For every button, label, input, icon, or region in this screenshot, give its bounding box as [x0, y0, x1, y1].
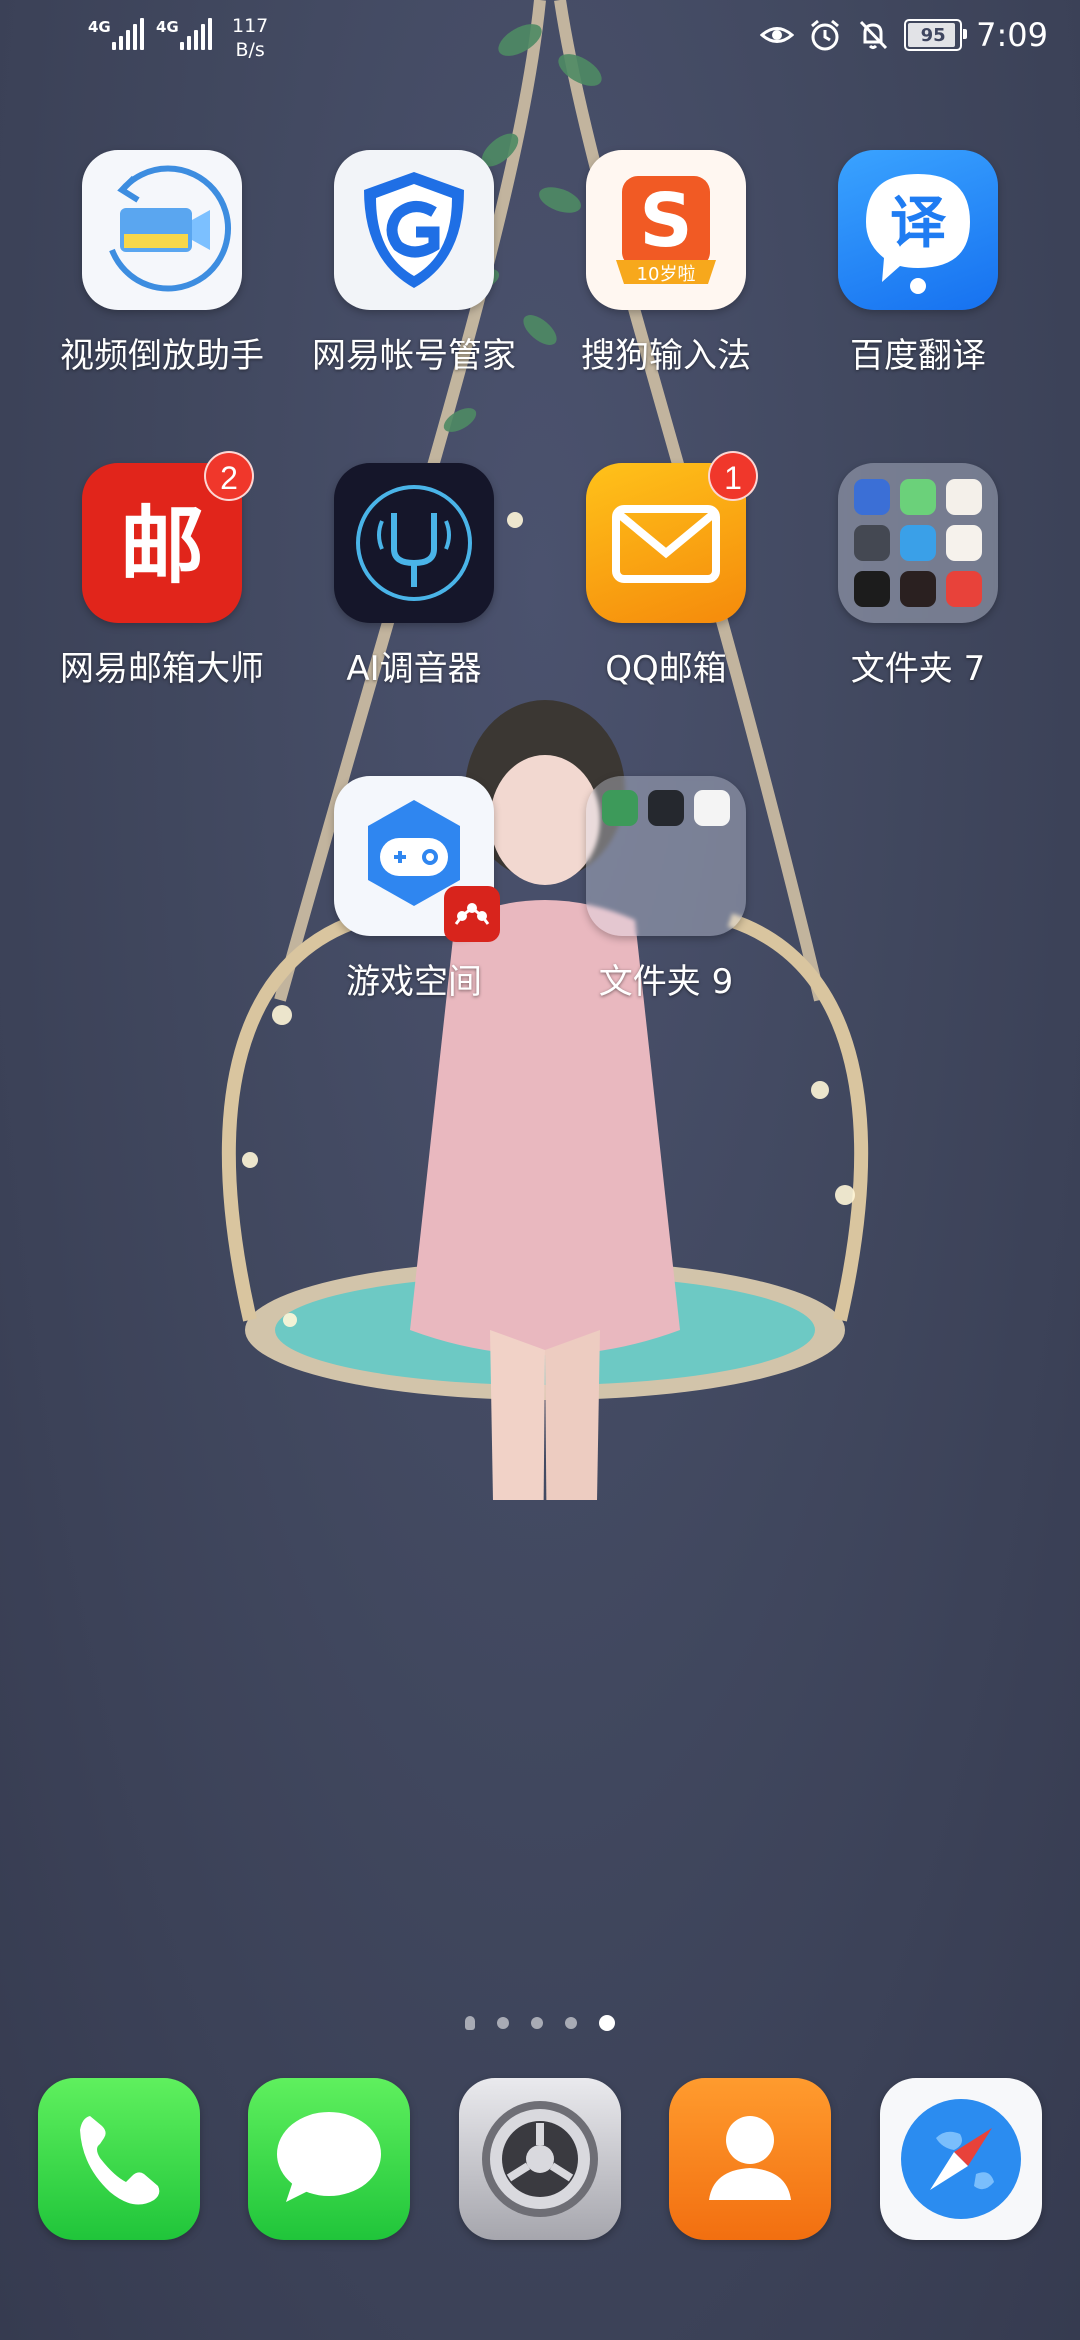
folder-app-icon — [854, 571, 890, 607]
app-label: 文件夹 7 — [850, 649, 986, 689]
translate-glyph: 译 — [890, 191, 947, 256]
status-bar: 4G 4G 117 B/s 95 7:09 — [0, 0, 1080, 80]
message-bubble-icon — [277, 2112, 381, 2202]
eye-comfort-icon — [760, 27, 795, 43]
app-label: 网易邮箱大师 — [60, 649, 264, 689]
app-ai-tuner[interactable]: AI调音器 — [304, 463, 524, 690]
page-dot-home[interactable] — [465, 2016, 475, 2030]
notification-badge: 1 — [708, 451, 758, 501]
app-label: 游戏空间 — [346, 962, 482, 1002]
folder-app-icon — [854, 479, 890, 515]
dock-settings[interactable] — [459, 2078, 621, 2240]
app-baidu-translate[interactable]: 译 百度翻译 — [808, 150, 1028, 377]
network-type-label: 4G — [156, 18, 179, 36]
gamepad-icon — [334, 776, 500, 942]
app-label: 文件夹 9 — [598, 962, 734, 1002]
signal-bars-icon — [112, 18, 144, 50]
folder-app-icon — [946, 479, 982, 515]
network-speed: 117 B/s — [232, 14, 268, 62]
app-label: 网易帐号管家 — [312, 336, 516, 376]
network-type-label: 4G — [88, 18, 111, 36]
battery-icon: 95 — [904, 19, 968, 51]
folder-app-icon — [900, 525, 936, 561]
clock: 7:09 — [976, 16, 1048, 54]
page-indicator[interactable] — [0, 2015, 1080, 2031]
mail-master-icon: 邮 2 — [82, 451, 254, 623]
sogou-s-icon: S 10岁啦 — [586, 150, 746, 310]
app-video-reverse[interactable]: 视频倒放助手 — [52, 150, 272, 377]
battery-level: 95 — [920, 24, 946, 46]
translate-icon: 译 — [838, 150, 998, 310]
gear-icon — [482, 2101, 598, 2217]
app-label: 视频倒放助手 — [60, 336, 264, 376]
app-label: QQ邮箱 — [605, 649, 727, 689]
app-qq-mail[interactable]: 1 QQ邮箱 — [556, 451, 776, 690]
folder-app-icon — [854, 525, 890, 561]
app-label: 搜狗输入法 — [581, 336, 751, 376]
signal-strength-sim1: 4G — [88, 14, 144, 50]
signal-bars-icon — [180, 18, 212, 50]
notifications-muted-icon — [860, 20, 888, 50]
sogou-s-letter: S — [639, 178, 692, 264]
alarm-icon — [811, 19, 840, 51]
folder-app-icon — [694, 790, 730, 826]
dock-messages[interactable] — [248, 2078, 410, 2240]
folder-app-icon — [900, 571, 936, 607]
video-reverse-icon — [82, 150, 242, 310]
notification-badge: 2 — [204, 451, 254, 501]
page-dot[interactable] — [565, 2017, 577, 2029]
network-speed-value: 117 — [232, 15, 269, 37]
folder-app-icon — [946, 525, 982, 561]
shield-g-icon — [334, 150, 494, 310]
folder-app-icon — [946, 571, 982, 607]
page-dot[interactable] — [497, 2017, 509, 2029]
app-label: 百度翻译 — [850, 336, 986, 376]
page-dot-active[interactable] — [599, 2015, 615, 2031]
app-label: AI调音器 — [346, 649, 482, 689]
dock-contacts[interactable] — [669, 2078, 831, 2240]
app-sogou-input[interactable]: S 10岁啦 搜狗输入法 — [556, 150, 776, 377]
app-netease-account[interactable]: 网易帐号管家 — [304, 150, 524, 377]
folder-7[interactable]: 文件夹 7 — [808, 463, 1028, 690]
contact-person-icon — [709, 2116, 791, 2200]
folder-app-icon — [900, 479, 936, 515]
envelope-icon: 1 — [586, 451, 758, 623]
tuning-fork-icon — [334, 463, 494, 623]
signal-strength-sim2: 4G — [156, 14, 212, 50]
mail-master-glyph: 邮 — [120, 496, 204, 595]
folder-app-icon — [648, 790, 684, 826]
folder-app-icon — [602, 790, 638, 826]
dock-browser[interactable] — [880, 2078, 1042, 2240]
game-space-sub-icon — [444, 886, 500, 942]
sogou-banner-text: 10岁啦 — [637, 264, 696, 285]
phone-icon — [80, 2116, 160, 2205]
network-speed-unit: B/s — [235, 39, 265, 61]
page-dot[interactable] — [531, 2017, 543, 2029]
compass-icon — [901, 2099, 1021, 2219]
folder-9[interactable]: 文件夹 9 — [556, 776, 776, 1003]
dock — [0, 2078, 1080, 2243]
app-game-space[interactable]: 游戏空间 — [304, 776, 524, 1003]
app-netease-mail[interactable]: 邮 2 网易邮箱大师 — [52, 451, 272, 690]
dock-phone[interactable] — [38, 2078, 200, 2240]
folder-icon — [838, 463, 998, 623]
folder-icon — [586, 776, 746, 936]
